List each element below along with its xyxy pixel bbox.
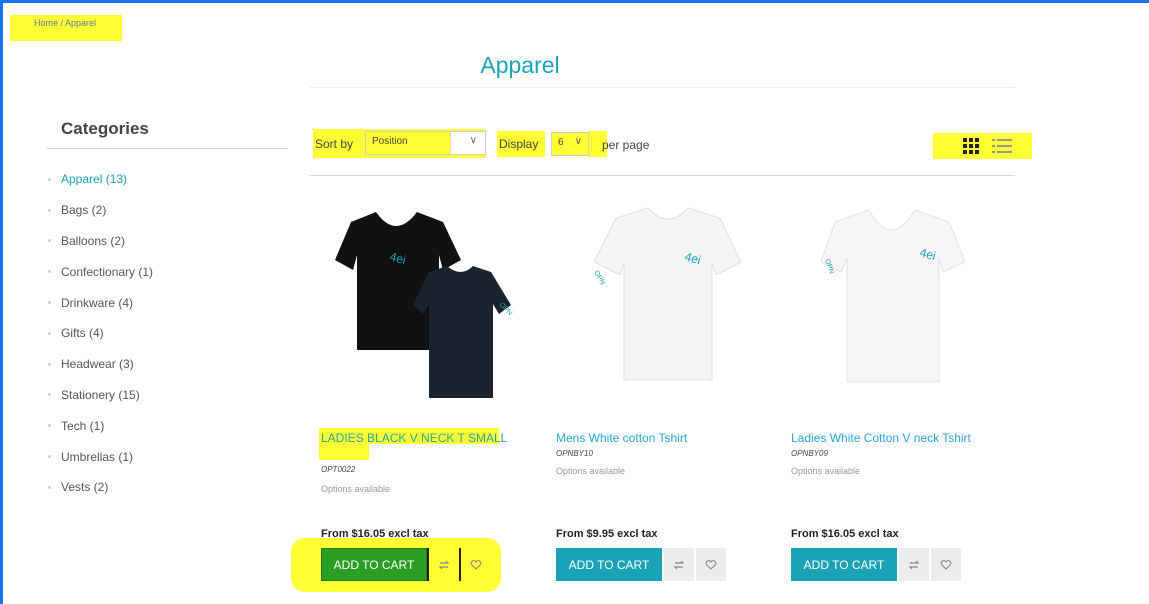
- bullet-icon: [48, 270, 51, 274]
- compare-button[interactable]: [897, 548, 929, 581]
- product-image[interactable]: 4ei OPN: [321, 200, 526, 410]
- product-options: Options available: [791, 466, 861, 476]
- product-price: From $9.95 excl tax: [556, 528, 658, 540]
- sort-control: Sort by Position ∨: [313, 129, 486, 158]
- display-label: Display: [499, 137, 539, 151]
- product-name[interactable]: Ladies White Cotton V neck Tshirt: [791, 432, 991, 445]
- category-item-umbrellas[interactable]: Umbrellas (1): [48, 441, 153, 472]
- category-item-tech[interactable]: Tech (1): [48, 410, 153, 441]
- bullet-icon: [48, 393, 51, 397]
- wishlist-button[interactable]: [694, 548, 726, 581]
- page-title: Apparel: [480, 52, 560, 78]
- category-item-stationery[interactable]: Stationery (15): [48, 380, 153, 411]
- heart-icon: [940, 559, 952, 570]
- title-divider: [310, 87, 1015, 88]
- grid-view-icon[interactable]: [963, 138, 979, 154]
- category-item-drinkware[interactable]: Drinkware (4): [48, 287, 153, 318]
- wishlist-button[interactable]: [459, 548, 491, 581]
- compare-icon: [673, 560, 685, 569]
- list-view-icon[interactable]: [992, 138, 1012, 154]
- category-item-headwear[interactable]: Headwear (3): [48, 349, 153, 380]
- category-item-apparel[interactable]: Apparel (13): [48, 164, 153, 195]
- category-list: Apparel (13) Bags (2) Balloons (2) Confe…: [48, 164, 153, 503]
- display-select-value: 6: [558, 137, 564, 148]
- bullet-icon: [48, 424, 51, 428]
- category-label[interactable]: Apparel (13): [61, 172, 127, 186]
- display-select[interactable]: 6 ∨: [551, 132, 589, 156]
- bullet-icon: [48, 455, 51, 459]
- bullet-icon: [48, 239, 51, 243]
- categories-divider: [46, 148, 288, 149]
- sort-select[interactable]: Position ∨: [365, 131, 486, 155]
- product-sku: OPT0022: [321, 465, 356, 474]
- product-price: From $16.05 excl tax: [791, 528, 899, 540]
- product-image[interactable]: 4ei OPN: [791, 200, 996, 410]
- bullet-icon: [48, 208, 51, 212]
- category-label[interactable]: Bags (2): [61, 203, 106, 217]
- categories-title: Categories: [61, 119, 149, 138]
- product-name[interactable]: LADIES BLACK V NECK T SMALL: [321, 432, 521, 445]
- chevron-down-icon: ∨: [574, 136, 582, 147]
- category-label[interactable]: Headwear (3): [61, 357, 134, 371]
- category-label[interactable]: Confectionary (1): [61, 265, 153, 279]
- add-to-cart-button[interactable]: ADD TO CART: [791, 548, 897, 581]
- product-options: Options available: [321, 484, 391, 494]
- product-actions: ADD TO CART: [321, 548, 491, 581]
- add-to-cart-button[interactable]: ADD TO CART: [556, 548, 662, 581]
- wishlist-button[interactable]: [929, 548, 961, 581]
- product-sku: OPNBY10: [556, 449, 593, 458]
- bullet-icon: [48, 177, 51, 181]
- category-label[interactable]: Tech (1): [61, 419, 104, 433]
- category-item-confectionary[interactable]: Confectionary (1): [48, 256, 153, 287]
- sort-label: Sort by: [315, 137, 354, 151]
- category-item-balloons[interactable]: Balloons (2): [48, 226, 153, 257]
- bullet-icon: [48, 362, 51, 366]
- sort-select-value: Position: [372, 136, 408, 147]
- heart-icon: [705, 559, 717, 570]
- category-label[interactable]: Umbrellas (1): [61, 450, 133, 464]
- category-item-bags[interactable]: Bags (2): [48, 195, 153, 226]
- compare-icon: [438, 560, 450, 569]
- category-label[interactable]: Drinkware (4): [61, 296, 133, 310]
- heart-icon: [470, 559, 482, 570]
- bullet-icon: [48, 331, 51, 335]
- per-page-label: per page: [602, 138, 650, 152]
- category-label[interactable]: Vests (2): [61, 480, 108, 494]
- category-label[interactable]: Gifts (4): [61, 326, 104, 340]
- bullet-icon: [48, 485, 51, 489]
- product-actions: ADD TO CART: [556, 548, 726, 581]
- svg-text:OPN: OPN: [592, 270, 606, 287]
- product-sku: OPNBY09: [791, 449, 828, 458]
- category-item-vests[interactable]: Vests (2): [48, 472, 153, 503]
- chevron-down-icon: ∨: [469, 135, 477, 146]
- compare-button[interactable]: [427, 548, 459, 581]
- display-control: Display 6 ∨: [497, 131, 607, 157]
- view-mode-switcher: [933, 133, 1032, 159]
- highlight-mark: [319, 444, 369, 460]
- add-to-cart-button[interactable]: ADD TO CART: [321, 548, 427, 581]
- breadcrumb-text[interactable]: Home / Apparel: [34, 18, 96, 28]
- product-options: Options available: [556, 466, 626, 476]
- compare-button[interactable]: [662, 548, 694, 581]
- toolbar-divider: [309, 175, 1015, 176]
- category-label[interactable]: Balloons (2): [61, 234, 125, 248]
- product-image[interactable]: 4ei OPN: [556, 200, 761, 410]
- product-card: 4ei OPN LADIES BLACK V NECK T SMALL OPT0…: [291, 200, 526, 600]
- bullet-icon: [48, 301, 51, 305]
- breadcrumb[interactable]: Home / Apparel: [10, 15, 122, 41]
- compare-icon: [908, 560, 920, 569]
- product-actions: ADD TO CART: [791, 548, 961, 581]
- product-name[interactable]: Mens White cotton Tshirt: [556, 432, 756, 445]
- category-label[interactable]: Stationery (15): [61, 388, 140, 402]
- product-card: 4ei OPN Ladies White Cotton V neck Tshir…: [791, 200, 996, 600]
- product-card: 4ei OPN Mens White cotton Tshirt OPNBY10…: [556, 200, 761, 600]
- category-item-gifts[interactable]: Gifts (4): [48, 318, 153, 349]
